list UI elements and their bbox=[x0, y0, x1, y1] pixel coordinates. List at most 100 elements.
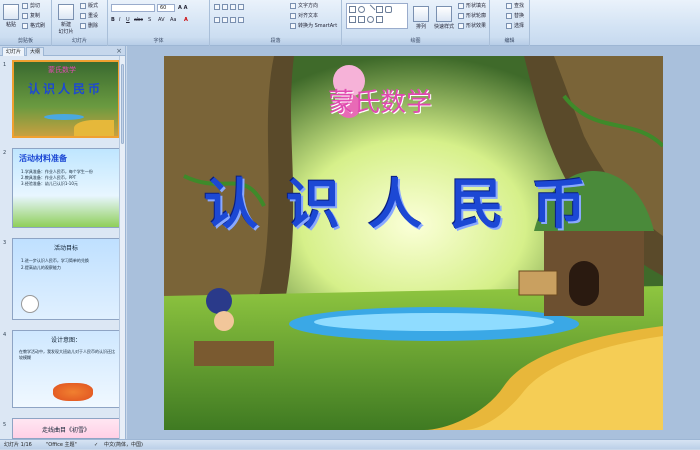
replace-icon bbox=[506, 12, 512, 19]
slide-number: 1 bbox=[3, 62, 7, 68]
clipboard-group-label: 剪贴板 bbox=[0, 38, 51, 45]
text-direction-label: 文字方向 bbox=[298, 3, 319, 9]
align-buttons[interactable] bbox=[214, 16, 246, 24]
thumb-body: 1.进一步认识人民币，学习简单的兑换 2.提高幼儿的观察能力 bbox=[21, 257, 113, 271]
align-text-button[interactable]: 对齐文本 bbox=[290, 12, 318, 20]
slide-thumbnail-5[interactable]: 走线曲目《初雪》 bbox=[12, 418, 120, 439]
textbox-shape-icon bbox=[376, 6, 383, 13]
slide-title[interactable]: 认识人民币 bbox=[204, 160, 614, 239]
tab-outline[interactable]: 大纲 bbox=[26, 47, 45, 56]
find-button[interactable]: 查找 bbox=[506, 2, 524, 10]
shape-outline-button[interactable]: 形状轮廓 bbox=[458, 12, 486, 20]
smartart-icon bbox=[290, 22, 296, 29]
slide-thumbnail-4[interactable]: 设计意图： 在教学活动中，我发现大班幼儿对于人民币的认识还比较模糊 bbox=[12, 330, 120, 408]
shape-fill-label: 形状填充 bbox=[466, 3, 487, 9]
cut-label: 剪切 bbox=[30, 3, 41, 9]
align-left-icon bbox=[214, 16, 220, 23]
thumb-body: 在教学活动中，我发现大班幼儿对于人民币的认识还比较模糊 bbox=[19, 349, 115, 360]
slide-number: 3 bbox=[3, 240, 7, 246]
layout-button[interactable]: 版式 bbox=[80, 2, 98, 10]
outdent-icon bbox=[238, 3, 244, 10]
slide-number: 5 bbox=[3, 422, 7, 428]
thumb-body: 1.学具准备：作业人民币，每个学生一份 2.教具准备：作业人民币，PPT 3.经… bbox=[21, 169, 113, 187]
slides-group: 新建 幻灯片 版式 重设 删除 幻灯片 bbox=[52, 0, 108, 46]
slide-canvas[interactable]: 蒙氏数学 认识人民币 bbox=[164, 56, 663, 430]
delete-icon bbox=[80, 22, 86, 29]
select-label: 选择 bbox=[514, 23, 525, 29]
quick-styles-label: 快速样式 bbox=[433, 24, 454, 30]
font-group: 60 A A B I U abc S AV Aa A 字体 bbox=[108, 0, 210, 46]
cut-button[interactable]: 剪切 bbox=[22, 2, 40, 10]
paste-button[interactable]: 粘贴 bbox=[2, 2, 20, 28]
align-right-icon bbox=[230, 16, 236, 23]
smartart-button[interactable]: 转换为 SmartArt bbox=[290, 22, 337, 30]
reset-button[interactable]: 重设 bbox=[80, 12, 98, 20]
panel-scrollbar[interactable] bbox=[119, 56, 125, 439]
thumb-line: 2.提高幼儿的观察能力 bbox=[21, 265, 61, 270]
align-text-icon bbox=[290, 12, 296, 19]
shape-effects-label: 形状效果 bbox=[466, 23, 487, 29]
bullets-button[interactable] bbox=[214, 3, 246, 11]
new-slide-button[interactable]: 新建 幻灯片 bbox=[55, 2, 77, 35]
numbering-icon bbox=[222, 3, 228, 10]
strike-button[interactable]: abc bbox=[134, 16, 143, 24]
slides-group-label: 幻灯片 bbox=[52, 38, 107, 45]
italic-button[interactable]: I bbox=[119, 16, 120, 24]
quick-styles-button[interactable]: 快速样式 bbox=[432, 4, 456, 30]
shape-effects-button[interactable]: 形状效果 bbox=[458, 22, 486, 30]
thumb-title: 走线曲目《初雪》 bbox=[41, 427, 90, 434]
thumb-path bbox=[74, 120, 114, 136]
slide-subtitle[interactable]: 蒙氏数学 bbox=[328, 82, 432, 119]
justify-icon bbox=[238, 16, 244, 23]
grow-font-button[interactable]: A A bbox=[178, 4, 187, 12]
reset-icon bbox=[80, 12, 86, 19]
new-slide-label: 新建 幻灯片 bbox=[58, 22, 74, 35]
font-color-button[interactable]: A bbox=[184, 16, 188, 24]
font-name-combo[interactable] bbox=[111, 4, 155, 12]
case-button[interactable]: Aa bbox=[170, 16, 176, 24]
slide-thumbnail-2[interactable]: 活动材料准备 1.学具准备：作业人民币，每个学生一份 2.教具准备：作业人民币，… bbox=[12, 148, 120, 228]
select-button[interactable]: 选择 bbox=[506, 22, 524, 30]
copy-button[interactable]: 复制 bbox=[22, 12, 40, 20]
text-direction-button[interactable]: 文字方向 bbox=[290, 2, 318, 10]
thumb-pond bbox=[44, 114, 84, 120]
shadow-button[interactable]: S bbox=[148, 16, 151, 24]
slide-thumbnail-3[interactable]: 活动目标 1.进一步认识人民币，学习简单的兑换 2.提高幼儿的观察能力 bbox=[12, 238, 120, 320]
slide-number: 2 bbox=[3, 150, 7, 156]
shape-fill-button[interactable]: 形状填充 bbox=[458, 2, 486, 10]
thumb-fruit-image bbox=[53, 383, 93, 401]
indent-icon bbox=[230, 3, 236, 10]
thumb-title: 认识人民币 bbox=[28, 82, 104, 96]
slide-editor: 蒙氏数学 认识人民币 bbox=[127, 46, 700, 439]
scrollbar-thumb[interactable] bbox=[121, 64, 124, 144]
copy-label: 复制 bbox=[30, 13, 41, 19]
delete-button[interactable]: 删除 bbox=[80, 22, 98, 30]
line-shape-icon bbox=[365, 4, 376, 15]
shapes-gallery[interactable] bbox=[346, 3, 408, 29]
effects-icon bbox=[458, 22, 464, 29]
thumb-line: 3.经验准备：幼儿已认识1-10元 bbox=[21, 181, 78, 186]
bold-button[interactable]: B bbox=[111, 16, 115, 24]
thumb-title: 设计意图： bbox=[50, 337, 81, 344]
replace-button[interactable]: 替换 bbox=[506, 12, 524, 20]
text-direction-icon bbox=[290, 2, 296, 9]
slide-number: 4 bbox=[3, 332, 7, 338]
triangle-shape-icon bbox=[349, 16, 356, 23]
arrange-button[interactable]: 排列 bbox=[412, 4, 430, 30]
paste-label: 粘贴 bbox=[5, 22, 16, 28]
rectangle-shape-icon bbox=[349, 6, 356, 13]
arrow-shape-icon bbox=[358, 16, 365, 23]
status-bar: 幻灯片 1/16 "Office 主题" ✓ 中文(简体，中国) bbox=[0, 439, 700, 449]
tab-slides[interactable]: 幻灯片 bbox=[2, 47, 26, 56]
arrange-label: 排列 bbox=[415, 24, 426, 30]
thumb-line: 1.进一步认识人民币，学习简单的兑换 bbox=[21, 258, 89, 263]
format-painter-button[interactable]: 格式刷 bbox=[22, 22, 45, 30]
outline-icon bbox=[458, 12, 464, 19]
close-icon[interactable]: × bbox=[116, 46, 122, 56]
spacing-button[interactable]: AV bbox=[158, 16, 165, 24]
font-size-combo[interactable]: 60 bbox=[157, 4, 175, 12]
star-shape-icon bbox=[367, 16, 374, 23]
slide-thumbnail-1[interactable]: 蒙氏数学 认识人民币 bbox=[12, 60, 120, 138]
shape-outline-label: 形状轮廓 bbox=[466, 13, 487, 19]
underline-button[interactable]: U bbox=[126, 16, 130, 24]
